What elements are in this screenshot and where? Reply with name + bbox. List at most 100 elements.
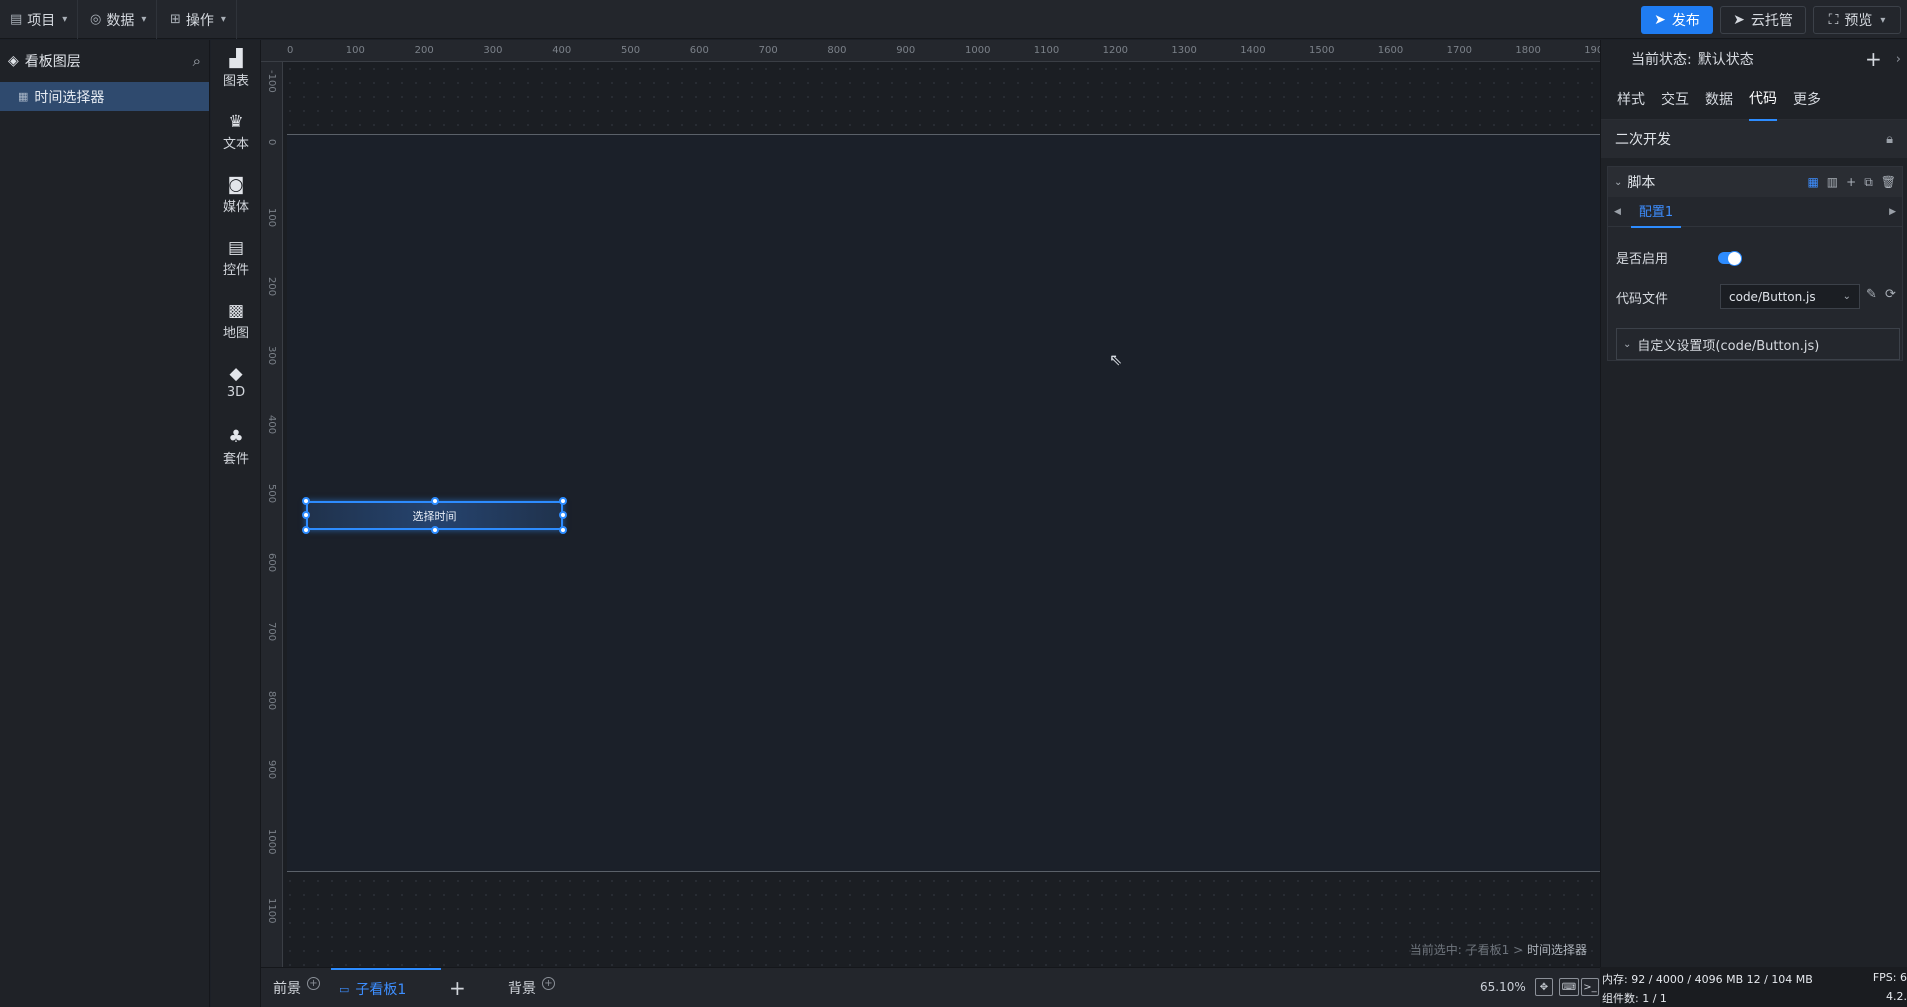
chevron-right-icon[interactable]: › bbox=[1896, 52, 1901, 67]
arrow-right-icon[interactable]: ▶ bbox=[1889, 207, 1896, 217]
add-circle-icon[interactable]: + bbox=[542, 976, 555, 990]
fit-screen-icon[interactable]: ✥ bbox=[1535, 978, 1553, 996]
enable-toggle[interactable] bbox=[1718, 251, 1742, 266]
ruler-tick-label: 600 bbox=[266, 553, 277, 573]
lock-icon[interactable]: 🔒︎ bbox=[1886, 132, 1893, 147]
ruler-tick-label: -100 bbox=[266, 70, 277, 93]
menu-project[interactable]: ▤ 项目 ▾ bbox=[0, 0, 79, 39]
time-picker-widget[interactable]: 选择时间 bbox=[302, 497, 567, 534]
ruler-tick-label: 1200 bbox=[1102, 45, 1129, 56]
ruler-tick-label: 200 bbox=[414, 45, 434, 56]
resize-handle[interactable] bbox=[431, 497, 439, 505]
tab-code[interactable]: 代码 bbox=[1749, 77, 1777, 121]
tab-background[interactable]: 背景 + bbox=[508, 968, 555, 1007]
copy-icon[interactable]: ⧉ bbox=[1864, 175, 1873, 190]
resize-handle[interactable] bbox=[302, 511, 310, 519]
delete-icon[interactable]: 🗑︎ bbox=[1881, 175, 1896, 190]
ruler-tick-label: 1400 bbox=[1240, 45, 1266, 56]
ruler-tick-label: 1300 bbox=[1171, 45, 1197, 56]
layer-item-time-picker[interactable]: ▦ 时间选择器 bbox=[0, 82, 209, 111]
search-icon[interactable]: ⌕ bbox=[193, 52, 201, 70]
layout-split-icon[interactable]: ▥ bbox=[1827, 175, 1838, 190]
ruler-tick-label: 200 bbox=[266, 277, 277, 297]
add-icon[interactable]: + bbox=[1846, 175, 1856, 190]
ruler-tick-label: 1100 bbox=[266, 898, 277, 924]
resize-handle[interactable] bbox=[431, 526, 439, 534]
add-circle-icon[interactable]: + bbox=[307, 976, 320, 990]
ruler-tick-label: 0 bbox=[266, 139, 277, 146]
component-label: 文本 bbox=[222, 137, 249, 152]
ruler-tick-label: 400 bbox=[266, 415, 277, 435]
script-section: ⌄ 脚本 ▦ ▥ + ⧉ 🗑︎ ◀ 配置1 ▶ 是否启用 代码文件 code/B… bbox=[1607, 166, 1903, 361]
state-value[interactable]: 默认状态 bbox=[1698, 49, 1754, 69]
ruler-tick-label: 900 bbox=[266, 760, 277, 780]
resize-handle[interactable] bbox=[559, 497, 567, 505]
add-tab-button[interactable]: + bbox=[449, 968, 466, 1007]
chevron-down-icon: ⌄ bbox=[1623, 338, 1632, 350]
preview-button[interactable]: ⛶ 预览 ▾ bbox=[1813, 6, 1901, 34]
tab-interaction[interactable]: 交互 bbox=[1661, 89, 1689, 109]
tab-foreground[interactable]: 前景 + bbox=[273, 968, 320, 1007]
tab-background-label: 背景 bbox=[508, 981, 536, 997]
resize-handle[interactable] bbox=[302, 497, 310, 505]
cloud-hosting-button[interactable]: ➤ 云托管 bbox=[1720, 6, 1806, 34]
publish-label: 发布 bbox=[1671, 13, 1700, 29]
component-chart[interactable]: ▟ 图表 bbox=[211, 50, 261, 89]
breadcrumb-prefix: 当前选中: bbox=[1409, 943, 1462, 957]
chevron-down-icon: ▾ bbox=[141, 14, 147, 25]
component-label: 控件 bbox=[222, 263, 249, 278]
component-map[interactable]: ▩ 地图 bbox=[211, 302, 261, 341]
chevron-down-icon: ▾ bbox=[1880, 14, 1886, 26]
tab-more[interactable]: 更多 bbox=[1793, 89, 1821, 109]
keyboard-icon[interactable]: ⌨ bbox=[1559, 978, 1579, 996]
arrow-left-icon[interactable]: ◀ bbox=[1614, 207, 1621, 217]
ruler-tick-label: 1000 bbox=[965, 45, 991, 56]
layers-title: 看板图层 bbox=[24, 54, 81, 70]
zoom-level[interactable]: 65.10% bbox=[1480, 980, 1526, 994]
refresh-icon[interactable]: ⟳ bbox=[1885, 287, 1896, 302]
add-state-icon[interactable]: + bbox=[1865, 47, 1882, 71]
code-file-select[interactable]: code/Button.js ⌄ bbox=[1720, 284, 1860, 309]
tab-sub-dashboard[interactable]: ▭ 子看板1 bbox=[331, 968, 441, 1007]
component-3d[interactable]: ◆ 3D bbox=[211, 365, 261, 400]
component-text[interactable]: ♛ 文本 bbox=[211, 113, 261, 152]
ruler-left: -100 0 100 200 300 400 500 600 700 800 900 1000 1100… bbox=[261, 62, 283, 992]
ruler-tick-label: 1100 bbox=[1033, 45, 1060, 56]
grid-icon: ⊞ bbox=[170, 12, 181, 27]
code-file-label: 代码文件 bbox=[1616, 292, 1669, 307]
component-count: 组件数: 1 / 1 bbox=[1602, 992, 1667, 1005]
config-tabs: ◀ 配置1 ▶ bbox=[1608, 195, 1902, 228]
layout-table-icon[interactable]: ▦ bbox=[1807, 175, 1818, 190]
tab-style[interactable]: 样式 bbox=[1617, 89, 1645, 109]
component-label: 图表 bbox=[222, 74, 249, 89]
resize-handle[interactable] bbox=[559, 526, 567, 534]
menu-operations-label: 操作 bbox=[185, 12, 214, 29]
mouse-cursor-icon: ⇖ bbox=[1109, 350, 1123, 369]
config-tab-1[interactable]: 配置1 bbox=[1630, 195, 1682, 228]
version-readout: 4.2. bbox=[1886, 990, 1907, 1003]
component-media[interactable]: ◙ 媒体 bbox=[211, 176, 261, 215]
terminal-icon[interactable]: >_ bbox=[1581, 978, 1599, 996]
resize-handle[interactable] bbox=[559, 511, 567, 519]
publish-button[interactable]: ➤ 发布 bbox=[1641, 6, 1713, 34]
tab-data[interactable]: 数据 bbox=[1705, 89, 1733, 109]
script-header[interactable]: ⌄ 脚本 ▦ ▥ + ⧉ 🗑︎ bbox=[1608, 167, 1902, 197]
layers-panel: ◈ 看板图层 ⌕ ▦ 时间选择器 bbox=[0, 40, 210, 1007]
component-control[interactable]: ▤ 控件 bbox=[211, 239, 261, 278]
code-file-value: code/Button.js bbox=[1729, 289, 1816, 304]
custom-settings-group[interactable]: ⌄ 自定义设置项(code/Button.js) bbox=[1616, 328, 1900, 360]
ruler-tick-label: 1500 bbox=[1309, 45, 1335, 56]
menu-data[interactable]: ◎ 数据 ▾ bbox=[80, 0, 158, 39]
component-kit[interactable]: ♣ 套件 bbox=[211, 428, 261, 467]
script-title: 脚本 bbox=[1627, 175, 1656, 191]
component-label: 地图 bbox=[222, 326, 249, 341]
edit-pencil-icon[interactable]: ✎ bbox=[1866, 287, 1877, 302]
layers-header: ◈ 看板图层 ⌕ bbox=[0, 40, 209, 82]
ruler-tick-label: 700 bbox=[266, 622, 277, 642]
menu-operations[interactable]: ⊞ 操作 ▾ bbox=[160, 0, 237, 39]
breadcrumb-parent[interactable]: 子看板1 bbox=[1466, 943, 1510, 957]
resize-handle[interactable] bbox=[302, 526, 310, 534]
ruler-tick-label: 800 bbox=[266, 691, 277, 711]
menu-project-label: 项目 bbox=[27, 12, 56, 29]
control-icon: ▤ bbox=[227, 238, 245, 258]
